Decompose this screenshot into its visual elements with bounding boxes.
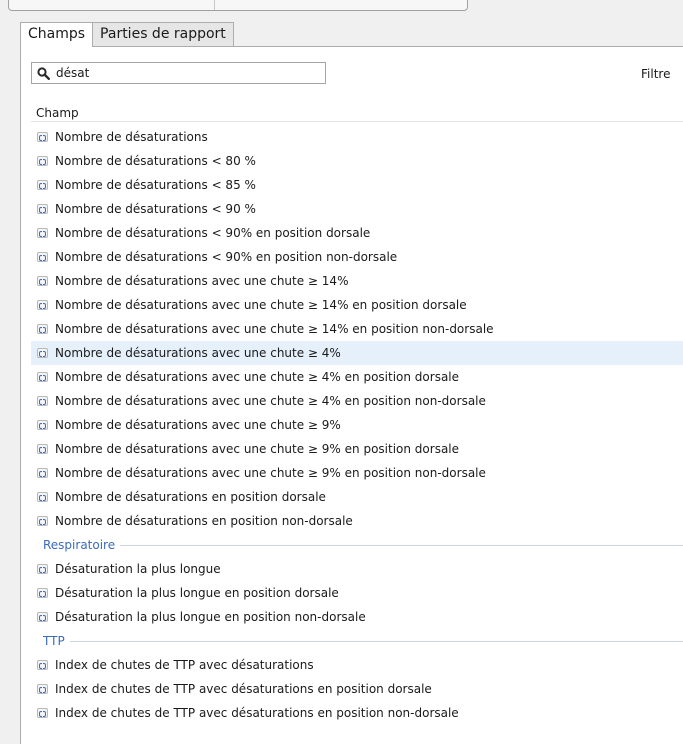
search-input[interactable]: désat bbox=[31, 62, 326, 84]
top-partial-control bbox=[8, 0, 468, 11]
list-item-label: Nombre de désaturations en position dors… bbox=[55, 490, 326, 504]
field-code-icon bbox=[37, 372, 48, 382]
list-item-label: Index de chutes de TTP avec désaturation… bbox=[55, 658, 314, 672]
list-item[interactable]: Nombre de désaturations avec une chute ≥… bbox=[31, 293, 683, 317]
list-item-label: Nombre de désaturations avec une chute ≥… bbox=[55, 274, 349, 288]
column-header-champ[interactable]: Champ bbox=[31, 104, 683, 122]
list-item-label: Nombre de désaturations avec une chute ≥… bbox=[55, 322, 494, 336]
list-item[interactable]: Nombre de désaturations avec une chute ≥… bbox=[31, 461, 683, 485]
field-code-icon bbox=[37, 204, 48, 214]
field-code-icon bbox=[37, 564, 48, 574]
list-item-label: Index de chutes de TTP avec désaturation… bbox=[55, 706, 459, 720]
list-item[interactable]: Nombre de désaturations < 90% en positio… bbox=[31, 245, 683, 269]
list-item-label: Nombre de désaturations avec une chute ≥… bbox=[55, 370, 460, 384]
list-item-label: Nombre de désaturations < 90 % bbox=[55, 202, 256, 216]
list-item[interactable]: Nombre de désaturations bbox=[31, 125, 683, 149]
list-item[interactable]: Nombre de désaturations avec une chute ≥… bbox=[31, 413, 683, 437]
list-item[interactable]: Nombre de désaturations avec une chute ≥… bbox=[31, 341, 683, 365]
field-code-icon bbox=[37, 348, 48, 358]
field-code-icon bbox=[37, 588, 48, 598]
list-item-label: Index de chutes de TTP avec désaturation… bbox=[55, 682, 432, 696]
tab-bar: Champs Parties de rapport bbox=[20, 22, 234, 47]
group-title: TTP bbox=[43, 629, 70, 653]
group-header: TTP bbox=[31, 629, 683, 653]
tab-parties-de-rapport[interactable]: Parties de rapport bbox=[92, 22, 234, 46]
list-item-label: Nombre de désaturations < 90% en positio… bbox=[55, 226, 371, 240]
list-item[interactable]: Index de chutes de TTP avec désaturation… bbox=[31, 677, 683, 701]
list-item[interactable]: Désaturation la plus longue en position … bbox=[31, 581, 683, 605]
list-item[interactable]: Nombre de désaturations avec une chute ≥… bbox=[31, 389, 683, 413]
list-item-label: Désaturation la plus longue en position … bbox=[55, 586, 339, 600]
field-code-icon bbox=[37, 228, 48, 238]
tab-champs[interactable]: Champs bbox=[20, 22, 94, 47]
list-item[interactable]: Nombre de désaturations en position non-… bbox=[31, 509, 683, 533]
field-code-icon bbox=[37, 492, 48, 502]
list-item[interactable]: Nombre de désaturations avec une chute ≥… bbox=[31, 269, 683, 293]
field-code-icon bbox=[37, 396, 48, 406]
field-code-icon bbox=[37, 180, 48, 190]
field-code-icon bbox=[37, 156, 48, 166]
list-item[interactable]: Nombre de désaturations avec une chute ≥… bbox=[31, 437, 683, 461]
list-item[interactable]: Nombre de désaturations < 85 % bbox=[31, 173, 683, 197]
field-code-icon bbox=[37, 612, 48, 622]
field-code-icon bbox=[37, 420, 48, 430]
search-value: désat bbox=[56, 66, 90, 80]
field-code-icon bbox=[37, 660, 48, 670]
list-item-label: Désaturation la plus longue bbox=[55, 562, 221, 576]
list-item-label: Nombre de désaturations bbox=[55, 130, 208, 144]
field-code-icon bbox=[37, 468, 48, 478]
list-item[interactable]: Nombre de désaturations < 90% en positio… bbox=[31, 221, 683, 245]
field-code-icon bbox=[37, 444, 48, 454]
field-code-icon bbox=[37, 684, 48, 694]
field-code-icon bbox=[37, 132, 48, 142]
group-divider bbox=[43, 545, 683, 546]
field-code-icon bbox=[37, 324, 48, 334]
list-item-label: Nombre de désaturations < 80 % bbox=[55, 154, 256, 168]
list-item-label: Désaturation la plus longue en position … bbox=[55, 610, 366, 624]
list-item[interactable]: Nombre de désaturations avec une chute ≥… bbox=[31, 365, 683, 389]
filter-label[interactable]: Filtre bbox=[641, 67, 670, 81]
list-item-label: Nombre de désaturations en position non-… bbox=[55, 514, 353, 528]
list-item[interactable]: Nombre de désaturations < 90 % bbox=[31, 197, 683, 221]
list-item[interactable]: Index de chutes de TTP avec désaturation… bbox=[31, 653, 683, 677]
top-strip bbox=[0, 0, 683, 12]
list-item[interactable]: Désaturation la plus longue en position … bbox=[31, 605, 683, 629]
field-code-icon bbox=[37, 708, 48, 718]
list-item-label: Nombre de désaturations < 85 % bbox=[55, 178, 256, 192]
group-title: Respiratoire bbox=[43, 533, 121, 557]
field-code-icon bbox=[37, 300, 48, 310]
list-item-label: Nombre de désaturations avec une chute ≥… bbox=[55, 418, 341, 432]
fields-panel: désat Filtre Champ Nombre de désaturatio… bbox=[20, 46, 683, 744]
list-item[interactable]: Nombre de désaturations < 80 % bbox=[31, 149, 683, 173]
field-code-icon bbox=[37, 276, 48, 286]
field-code-icon bbox=[37, 252, 48, 262]
list-item-label: Nombre de désaturations avec une chute ≥… bbox=[55, 394, 486, 408]
list-item[interactable]: Désaturation la plus longue bbox=[31, 557, 683, 581]
list-item-label: Nombre de désaturations avec une chute ≥… bbox=[55, 298, 467, 312]
list-item-label: Nombre de désaturations avec une chute ≥… bbox=[55, 346, 341, 360]
list-item-label: Nombre de désaturations avec une chute ≥… bbox=[55, 442, 460, 456]
field-list: Nombre de désaturations Nombre de désatur… bbox=[31, 125, 683, 725]
list-item[interactable]: Index de chutes de TTP avec désaturation… bbox=[31, 701, 683, 725]
list-item[interactable]: Nombre de désaturations en position dors… bbox=[31, 485, 683, 509]
magnifier-icon bbox=[37, 67, 50, 80]
list-item[interactable]: Nombre de désaturations avec une chute ≥… bbox=[31, 317, 683, 341]
list-item-label: Nombre de désaturations avec une chute ≥… bbox=[55, 466, 486, 480]
group-header: Respiratoire bbox=[31, 533, 683, 557]
field-code-icon bbox=[37, 516, 48, 526]
list-item-label: Nombre de désaturations < 90% en positio… bbox=[55, 250, 398, 264]
group-divider bbox=[43, 641, 683, 642]
